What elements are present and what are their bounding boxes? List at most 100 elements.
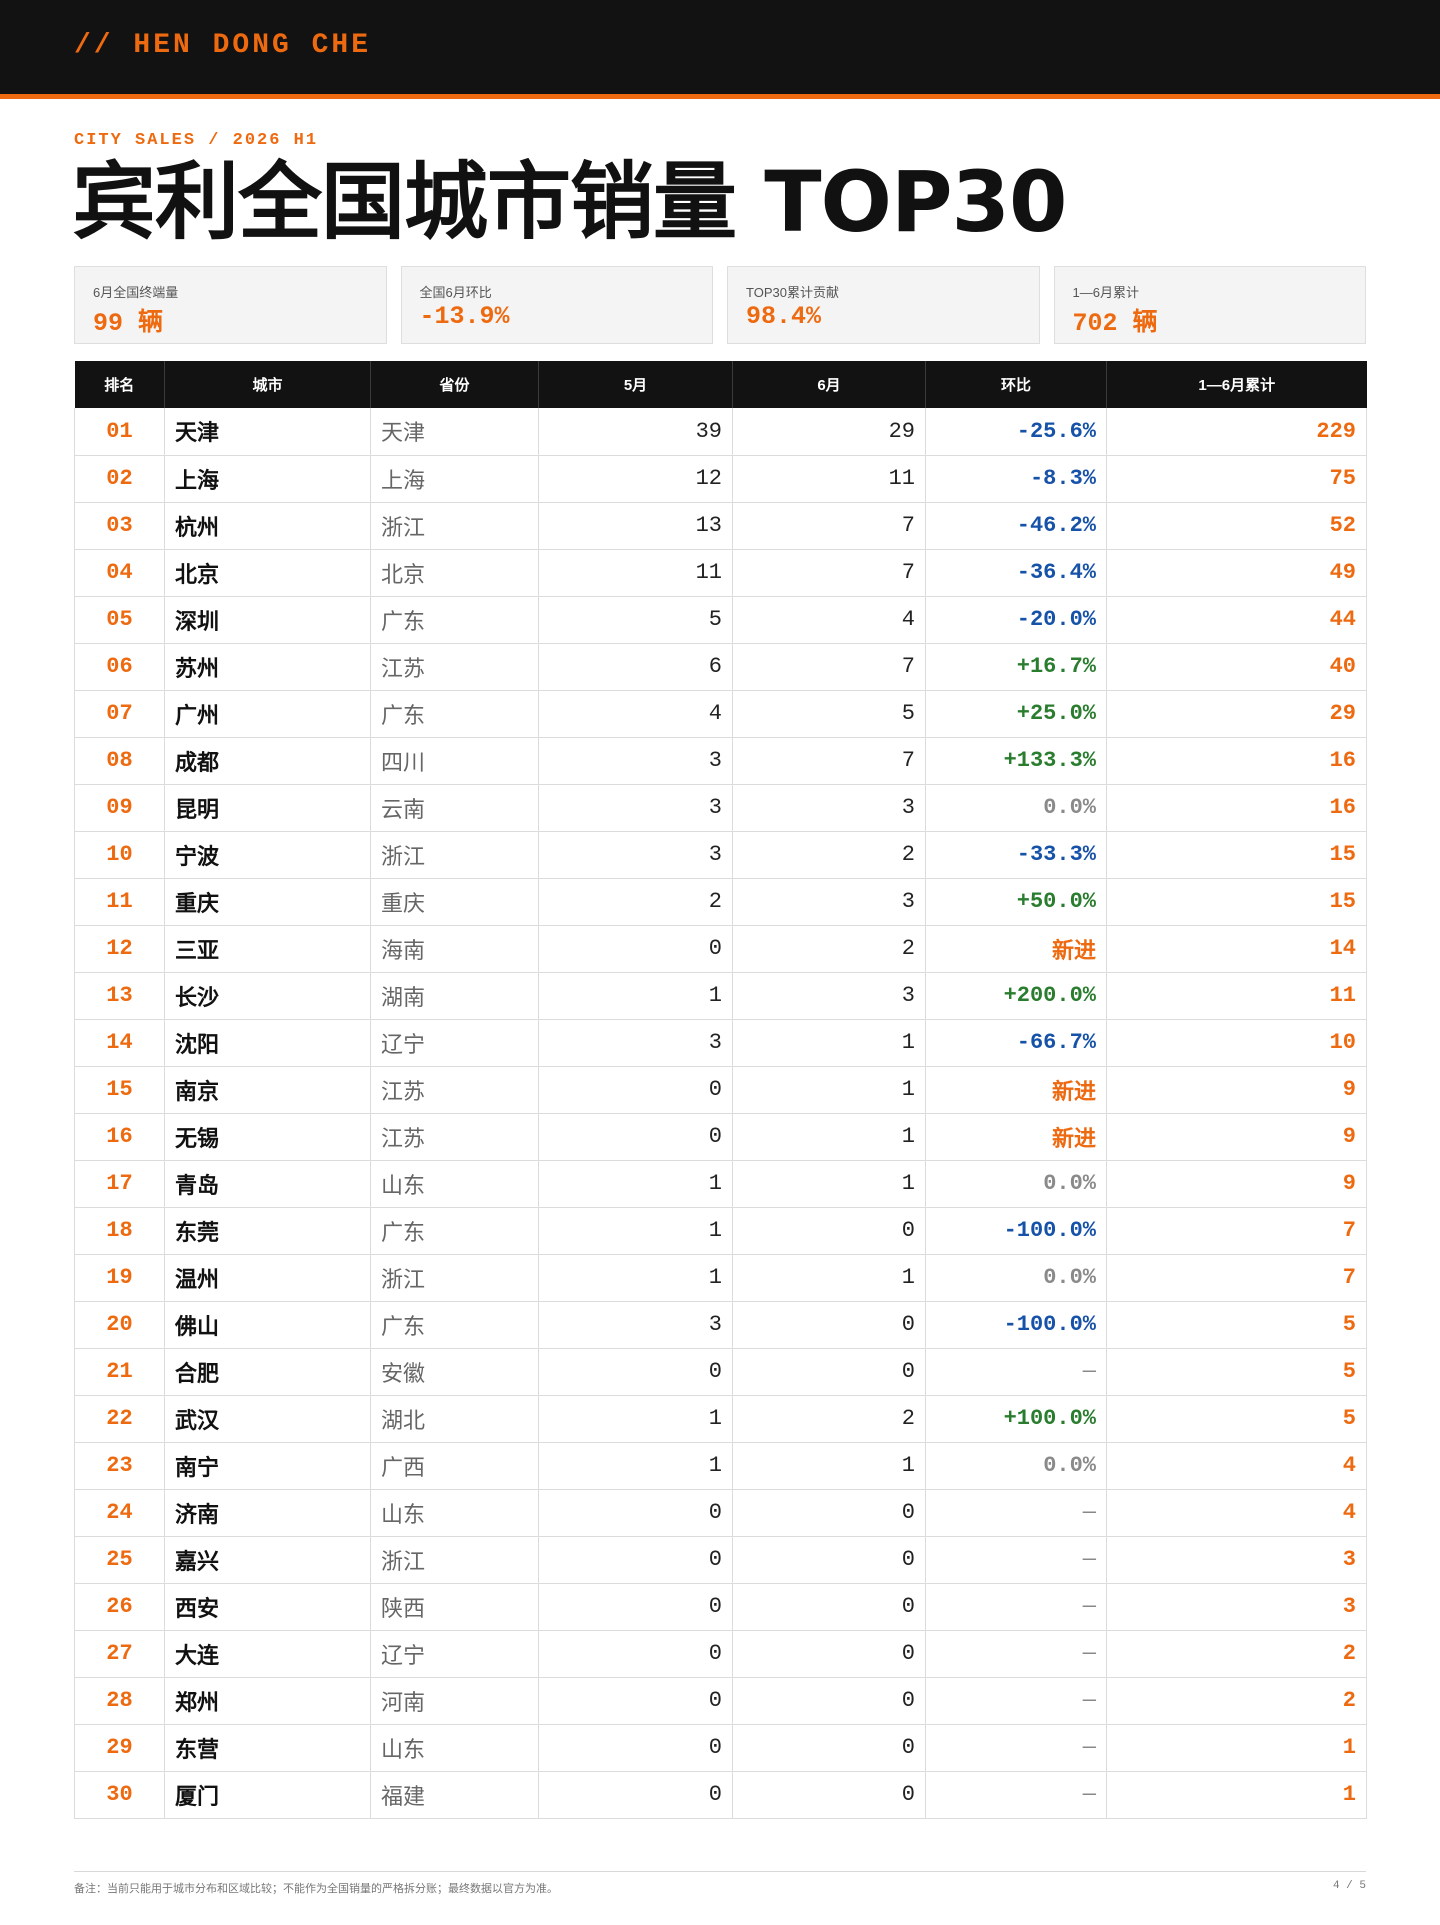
table-body: 01 天津 天津 39 29 -25.6% 229 02 上海 上海 12 11 -8.3% 75 03 杭州… [74, 408, 1367, 1819]
cell-city: 宁波 [164, 831, 371, 879]
cell-mom: — [925, 1583, 1107, 1631]
cell-city: 西安 [164, 1583, 371, 1631]
cell-mom: -20.0% [925, 596, 1107, 644]
cell-city: 北京 [164, 549, 371, 597]
cell-mom: 0.0% [925, 1254, 1107, 1302]
cell-city: 杭州 [164, 502, 371, 550]
cell-h1-total: 4 [1106, 1489, 1367, 1537]
cell-province: 辽宁 [370, 1019, 539, 1067]
cell-june: 2 [732, 925, 926, 973]
cell-h1-total: 15 [1106, 831, 1367, 879]
cell-province: 四川 [370, 737, 539, 785]
cell-city: 合肥 [164, 1348, 371, 1396]
kpi-value: 99 辆 [93, 309, 164, 338]
cell-h1-total: 7 [1106, 1254, 1367, 1302]
cell-mom: — [925, 1677, 1107, 1725]
cell-may: 3 [538, 831, 733, 879]
cell-june: 7 [732, 502, 926, 550]
cell-province: 天津 [370, 408, 539, 456]
footer-note: 备注：当前只能用于城市分布和区域比较；不能作为全国销量的严格拆分账；最终数据以官… [74, 1883, 558, 1895]
cell-mom: 新进 [925, 1066, 1107, 1114]
cell-h1-total: 52 [1106, 502, 1367, 550]
cell-may: 1 [538, 1160, 733, 1208]
cell-rank: 07 [74, 690, 165, 738]
table-row: 20 佛山 广东 3 0 -100.0% 5 [74, 1301, 1367, 1349]
table-row: 26 西安 陕西 0 0—3 [74, 1583, 1367, 1631]
cell-h1-total: 75 [1106, 455, 1367, 503]
column-header-province: 省份 [370, 361, 539, 408]
table-row: 17 青岛 山东 1 1 0.0% 9 [74, 1160, 1367, 1208]
cell-rank: 19 [74, 1254, 165, 1302]
cell-june: 3 [732, 878, 926, 926]
cell-mom: — [925, 1630, 1107, 1678]
table-row: 21 合肥 安徽 0 0—5 [74, 1348, 1367, 1396]
cell-june: 3 [732, 972, 926, 1020]
cell-june: 3 [732, 784, 926, 832]
table-row: 18 东莞 广东 1 0 -100.0% 7 [74, 1207, 1367, 1255]
cell-may: 0 [538, 1489, 733, 1537]
column-header-city: 城市 [164, 361, 371, 408]
table-row: 14 沈阳 辽宁 3 1 -66.7% 10 [74, 1019, 1367, 1067]
cell-may: 12 [538, 455, 733, 503]
cell-h1-total: 1 [1106, 1724, 1367, 1772]
cell-province: 浙江 [370, 502, 539, 550]
cell-june: 0 [732, 1348, 926, 1396]
cell-mom: — [925, 1536, 1107, 1584]
cell-province: 江苏 [370, 643, 539, 691]
cell-mom: +25.0% [925, 690, 1107, 738]
cell-city: 佛山 [164, 1301, 371, 1349]
cell-rank: 06 [74, 643, 165, 691]
cell-h1-total: 49 [1106, 549, 1367, 597]
cell-may: 0 [538, 925, 733, 973]
cell-june: 0 [732, 1536, 926, 1584]
cell-city: 东营 [164, 1724, 371, 1772]
cell-h1-total: 7 [1106, 1207, 1367, 1255]
cell-mom: +200.0% [925, 972, 1107, 1020]
cell-june: 1 [732, 1160, 926, 1208]
cell-may: 0 [538, 1066, 733, 1114]
cell-mom: 新进 [925, 925, 1107, 973]
cell-may: 0 [538, 1348, 733, 1396]
cell-h1-total: 9 [1106, 1113, 1367, 1161]
kpi-card-june-mom: 全国6月环比 -13.9% [400, 266, 713, 344]
cell-rank: 28 [74, 1677, 165, 1725]
cell-rank: 02 [74, 455, 165, 503]
column-header-rank: 排名 [74, 361, 165, 408]
table-row: 24 济南 山东 0 0—4 [74, 1489, 1367, 1537]
cell-june: 1 [732, 1113, 926, 1161]
cell-mom: — [925, 1771, 1107, 1819]
table-header-row: 排名 城市 省份 5月 6月 环比 1—6月累计 [74, 361, 1367, 408]
cell-june: 1 [732, 1254, 926, 1302]
cell-june: 5 [732, 690, 926, 738]
cell-may: 1 [538, 1442, 733, 1490]
cell-city: 嘉兴 [164, 1536, 371, 1584]
cell-city: 广州 [164, 690, 371, 738]
cell-june: 29 [732, 408, 926, 456]
cell-may: 1 [538, 1254, 733, 1302]
cell-may: 0 [538, 1724, 733, 1772]
cell-june: 4 [732, 596, 926, 644]
cell-may: 39 [538, 408, 733, 456]
cell-june: 1 [732, 1442, 926, 1490]
cell-mom: +100.0% [925, 1395, 1107, 1443]
cell-province: 广东 [370, 1207, 539, 1255]
table-row: 30 厦门 福建 0 0—1 [74, 1771, 1367, 1819]
section-eyebrow: CITY SALES / 2026 H1 [74, 131, 319, 150]
cell-june: 1 [732, 1019, 926, 1067]
cell-mom: — [925, 1489, 1107, 1537]
cell-province: 浙江 [370, 831, 539, 879]
kpi-label: 全国6月环比 [419, 285, 492, 300]
cell-h1-total: 16 [1106, 737, 1367, 785]
table-row: 08 成都 四川 3 7 +133.3% 16 [74, 737, 1367, 785]
table-row: 16 无锡 江苏 0 1 新进 9 [74, 1113, 1367, 1161]
cell-city: 南宁 [164, 1442, 371, 1490]
page-number: 4 / 5 [1332, 1880, 1366, 1892]
cell-h1-total: 2 [1106, 1677, 1367, 1725]
cell-rank: 12 [74, 925, 165, 973]
cell-province: 安徽 [370, 1348, 539, 1396]
cell-may: 11 [538, 549, 733, 597]
cell-june: 0 [732, 1489, 926, 1537]
cell-may: 0 [538, 1677, 733, 1725]
cell-rank: 05 [74, 596, 165, 644]
cell-city: 大连 [164, 1630, 371, 1678]
